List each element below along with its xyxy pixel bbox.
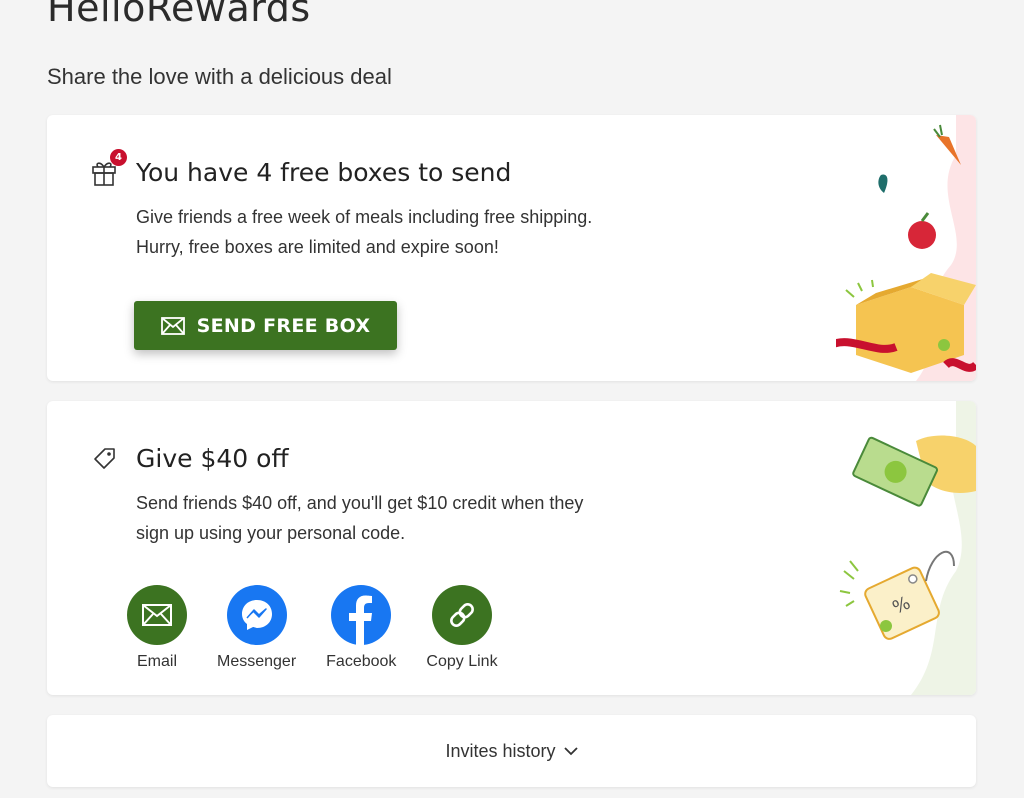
share-email-button[interactable]: Email	[127, 585, 187, 671]
free-boxes-header: 4 You have 4 free boxes to send	[89, 149, 512, 187]
envelope-icon	[127, 585, 187, 645]
share-email-label: Email	[136, 653, 177, 670]
discount-title: Give $40 off	[136, 443, 289, 473]
gift-box-illustration	[836, 115, 976, 381]
page-subtitle: Share the love with a delicious deal	[47, 64, 392, 89]
gift-icon: 4	[89, 149, 127, 187]
send-free-box-button[interactable]: SEND FREE BOX	[134, 301, 397, 350]
share-copy-link-button[interactable]: Copy Link	[426, 585, 498, 671]
messenger-icon	[226, 585, 287, 645]
chevron-down-icon	[563, 747, 578, 756]
discount-card: Give $40 off Send friends $40 off, and y…	[47, 401, 976, 695]
tag-icon	[89, 443, 119, 473]
cash-and-tag-illustration: %	[839, 401, 976, 695]
share-copy-link-label: Copy Link	[426, 653, 498, 670]
free-box-count-badge: 4	[110, 149, 127, 166]
discount-description: Send friends $40 off, and you'll get $10…	[136, 493, 584, 543]
envelope-icon	[160, 316, 185, 335]
discount-header: Give $40 off	[89, 443, 289, 473]
share-messenger-button[interactable]: Messenger	[217, 585, 296, 671]
facebook-icon	[331, 585, 392, 645]
page-title: HelloRewards	[47, 0, 311, 30]
share-messenger-label: Messenger	[217, 653, 297, 670]
link-icon	[432, 585, 492, 645]
share-facebook-label: Facebook	[326, 653, 397, 670]
free-boxes-card: 4 You have 4 free boxes to send Give fri…	[47, 115, 976, 381]
share-facebook-button[interactable]: Facebook	[326, 585, 396, 671]
free-boxes-description: Give friends a free week of meals includ…	[136, 207, 593, 257]
free-boxes-title: You have 4 free boxes to send	[136, 157, 512, 187]
share-options: Email Messenger Facebook Copy Link	[127, 585, 528, 671]
invites-history-toggle[interactable]: Invites history	[47, 715, 976, 787]
invites-history-label: Invites history	[445, 740, 556, 761]
send-free-box-label: SEND FREE BOX	[196, 314, 371, 337]
invites-history-card: Invites history	[47, 715, 976, 787]
